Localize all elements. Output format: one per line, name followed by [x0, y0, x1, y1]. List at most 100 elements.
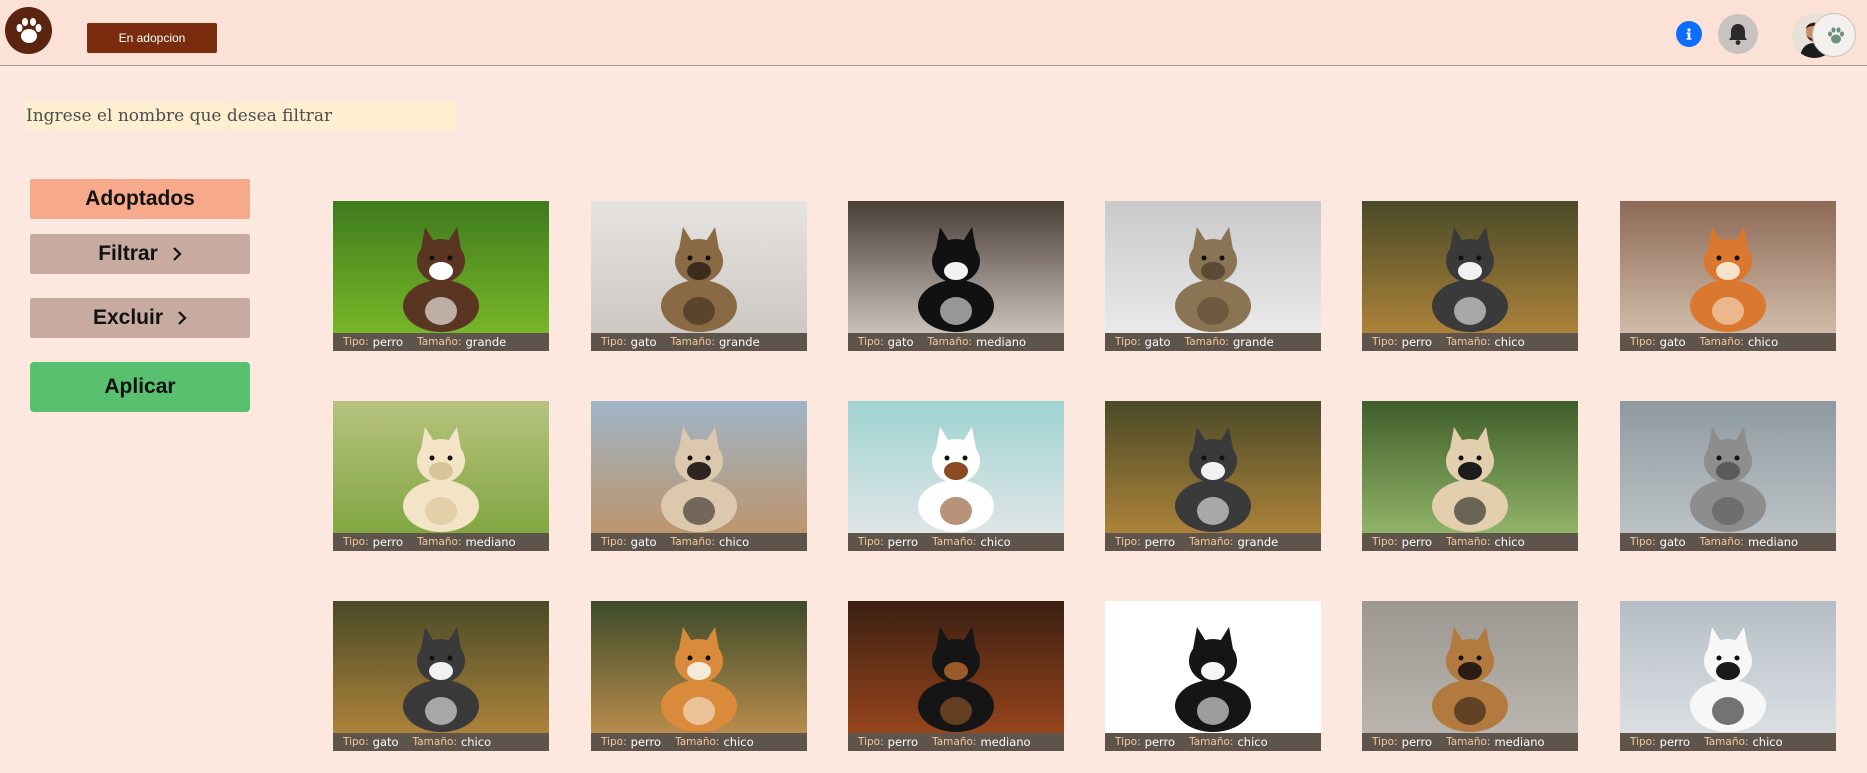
tamano-key: Tamaño:: [1189, 536, 1234, 548]
tamano-value: grande: [1237, 535, 1279, 549]
pet-card[interactable]: Tipo: perro Tamaño: mediano: [848, 601, 1064, 751]
pet-caption: Tipo: gato Tamaño: grande: [1105, 333, 1321, 351]
adoptados-button[interactable]: Adoptados: [30, 179, 250, 219]
tamano-key: Tamaño:: [1704, 736, 1749, 748]
tamano-key: Tamaño:: [932, 736, 977, 748]
aplicar-label: Aplicar: [104, 375, 176, 398]
pet-card[interactable]: Tipo: perro Tamaño: chico: [848, 401, 1064, 551]
tipo-value: perro: [630, 735, 662, 749]
paw-logo-icon[interactable]: [5, 7, 52, 54]
tipo-value: perro: [1401, 335, 1433, 349]
pet-card[interactable]: Tipo: perro Tamaño: mediano: [333, 401, 549, 551]
tipo-value: perro: [1144, 535, 1176, 549]
pet-card[interactable]: Tipo: perro Tamaño: chico: [1362, 401, 1578, 551]
pet-caption: Tipo: perro Tamaño: mediano: [333, 533, 549, 551]
pet-card[interactable]: Tipo: perro Tamaño: chico: [591, 601, 807, 751]
pet-caption: Tipo: gato Tamaño: mediano: [848, 333, 1064, 351]
pet-caption: Tipo: gato Tamaño: mediano: [1620, 533, 1836, 551]
pet-card[interactable]: Tipo: perro Tamaño: chico: [1620, 601, 1836, 751]
chevron-right-icon: [177, 311, 187, 325]
tipo-key: Tipo:: [1115, 536, 1141, 548]
pet-caption: Tipo: perro Tamaño: grande: [333, 333, 549, 351]
tamano-key: Tamaño:: [417, 336, 462, 348]
tamano-value: mediano: [980, 735, 1031, 749]
tipo-key: Tipo:: [343, 736, 369, 748]
tamano-value: mediano: [975, 335, 1027, 349]
tipo-value: gato: [887, 335, 914, 349]
pet-caption: Tipo: gato Tamaño: chico: [333, 733, 549, 751]
pet-caption: Tipo: perro Tamaño: chico: [848, 533, 1064, 551]
tipo-key: Tipo:: [1372, 736, 1398, 748]
tipo-value: perro: [1401, 735, 1433, 749]
tipo-value: perro: [887, 535, 919, 549]
pet-caption: Tipo: perro Tamaño: mediano: [848, 733, 1064, 751]
aplicar-button[interactable]: Aplicar: [30, 362, 250, 412]
tamano-value: chico: [980, 535, 1011, 549]
tamano-key: Tamaño:: [1699, 536, 1744, 548]
user-avatar[interactable]: [1792, 13, 1856, 58]
search-input[interactable]: [25, 102, 455, 130]
filtrar-label: Filtrar: [98, 242, 158, 265]
tipo-key: Tipo:: [601, 536, 627, 548]
tamano-value: grande: [465, 335, 507, 349]
tipo-key: Tipo:: [1372, 536, 1398, 548]
tamano-value: grande: [718, 335, 760, 349]
tipo-key: Tipo:: [858, 736, 884, 748]
pet-caption: Tipo: perro Tamaño: chico: [1362, 533, 1578, 551]
pet-caption: Tipo: perro Tamaño: grande: [1105, 533, 1321, 551]
bell-icon[interactable]: [1718, 14, 1758, 54]
en-adopcion-button[interactable]: En adopcion: [87, 23, 217, 53]
tamano-key: Tamaño:: [1699, 336, 1744, 348]
tamano-value: chico: [1494, 535, 1525, 549]
tipo-key: Tipo:: [1630, 736, 1656, 748]
tamano-value: chico: [1747, 335, 1779, 349]
paw-badge-icon: [1812, 13, 1856, 57]
tamano-key: Tamaño:: [927, 336, 972, 348]
tipo-key: Tipo:: [343, 336, 369, 348]
tipo-key: Tipo:: [1115, 336, 1141, 348]
pet-card[interactable]: Tipo: gato Tamaño: chico: [1620, 201, 1836, 351]
pet-card[interactable]: Tipo: gato Tamaño: mediano: [848, 201, 1064, 351]
pet-caption: Tipo: gato Tamaño: chico: [591, 533, 807, 551]
tamano-value: mediano: [1494, 735, 1545, 749]
tipo-value: perro: [887, 735, 919, 749]
tamano-key: Tamaño:: [675, 736, 720, 748]
pet-card[interactable]: Tipo: gato Tamaño: chico: [333, 601, 549, 751]
pet-card[interactable]: Tipo: perro Tamaño: chico: [1105, 601, 1321, 751]
tipo-key: Tipo:: [1630, 536, 1656, 548]
tipo-key: Tipo:: [1372, 336, 1398, 348]
tamano-key: Tamaño:: [1446, 736, 1491, 748]
tipo-key: Tipo:: [858, 336, 884, 348]
tamano-value: grande: [1232, 335, 1274, 349]
tipo-key: Tipo:: [343, 536, 369, 548]
tamano-key: Tamaño:: [670, 336, 715, 348]
pet-card[interactable]: Tipo: perro Tamaño: grande: [333, 201, 549, 351]
tipo-key: Tipo:: [858, 536, 884, 548]
tamano-key: Tamaño:: [1184, 336, 1229, 348]
tipo-value: gato: [1144, 335, 1171, 349]
info-icon[interactable]: [1676, 21, 1702, 47]
tipo-key: Tipo:: [1630, 336, 1656, 348]
pet-card[interactable]: Tipo: gato Tamaño: mediano: [1620, 401, 1836, 551]
tamano-value: chico: [1237, 735, 1268, 749]
tamano-key: Tamaño:: [1189, 736, 1234, 748]
tipo-key: Tipo:: [601, 736, 627, 748]
tipo-value: gato: [630, 335, 657, 349]
pet-card[interactable]: Tipo: perro Tamaño: grande: [1105, 401, 1321, 551]
tipo-value: perro: [372, 535, 404, 549]
excluir-button[interactable]: Excluir: [30, 298, 250, 338]
pet-card[interactable]: Tipo: perro Tamaño: chico: [1362, 201, 1578, 351]
pet-card[interactable]: Tipo: perro Tamaño: mediano: [1362, 601, 1578, 751]
pet-card[interactable]: Tipo: gato Tamaño: chico: [591, 401, 807, 551]
pet-card[interactable]: Tipo: gato Tamaño: grande: [1105, 201, 1321, 351]
tamano-value: chico: [460, 735, 492, 749]
pet-caption: Tipo: perro Tamaño: mediano: [1362, 733, 1578, 751]
top-navbar: En adopcion: [0, 0, 1867, 66]
tipo-key: Tipo:: [1115, 736, 1141, 748]
pet-card[interactable]: Tipo: gato Tamaño: grande: [591, 201, 807, 351]
pet-caption: Tipo: gato Tamaño: grande: [591, 333, 807, 351]
tamano-value: chico: [1752, 735, 1783, 749]
tipo-value: gato: [372, 735, 399, 749]
tamano-key: Tamaño:: [932, 536, 977, 548]
filtrar-button[interactable]: Filtrar: [30, 234, 250, 274]
